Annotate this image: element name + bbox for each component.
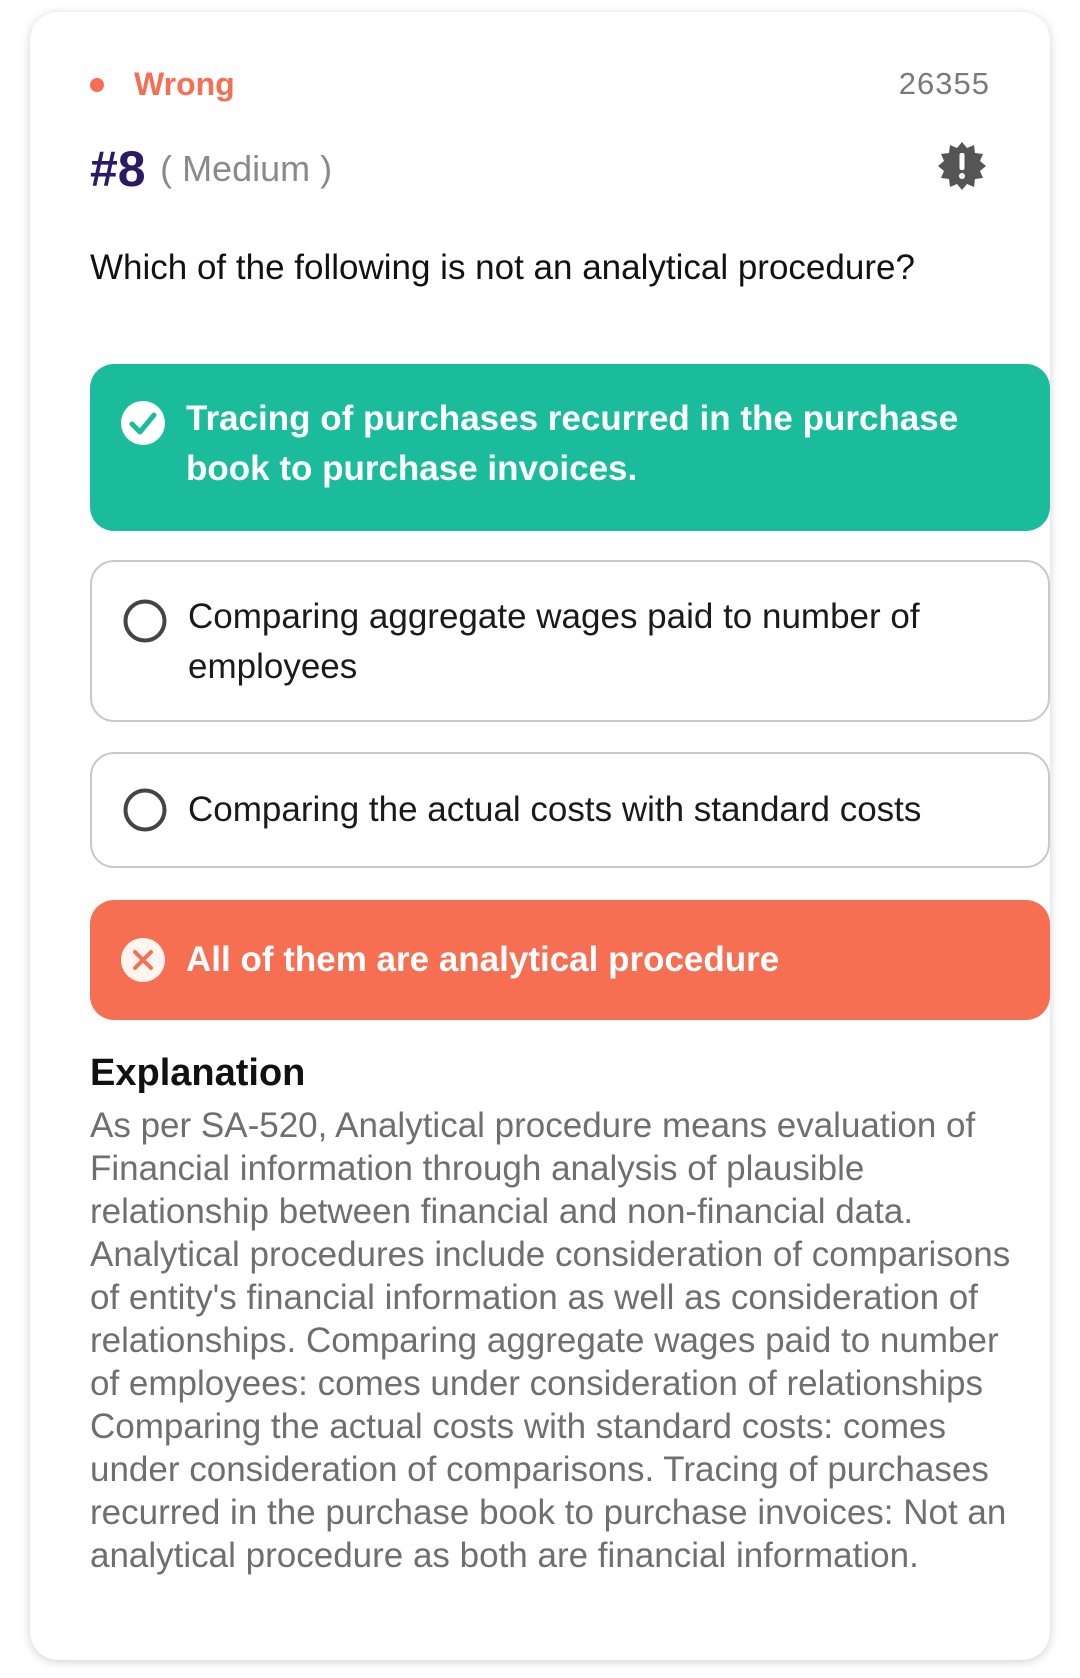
question-difficulty: ( Medium ) xyxy=(160,148,333,189)
question-id: 26355 xyxy=(898,66,990,101)
radio-empty-icon xyxy=(122,598,168,644)
option-3-text: Comparing the actual costs with standard… xyxy=(188,790,922,829)
option-2[interactable]: Comparing aggregate wages paid to number… xyxy=(90,560,1050,722)
option-1-text: Tracing of purchases recurred in the pur… xyxy=(186,399,959,488)
option-3[interactable]: Comparing the actual costs with standard… xyxy=(90,752,1050,868)
option-4-wrong[interactable]: All of them are analytical procedure xyxy=(90,900,1050,1020)
option-4-text: All of them are analytical procedure xyxy=(186,940,780,979)
question-number: #8 xyxy=(90,141,146,197)
question-text: Which of the following is not an analyti… xyxy=(90,248,915,287)
question-title-row: #8 ( Medium ) xyxy=(90,140,332,200)
status-label: Wrong xyxy=(134,66,235,102)
explanation-body: As per SA-520, Analytical procedure mean… xyxy=(90,1106,1011,1575)
status-dot-icon xyxy=(90,78,104,92)
option-2-text: Comparing aggregate wages paid to number… xyxy=(188,597,920,686)
check-circle-icon xyxy=(120,400,166,446)
x-circle-icon xyxy=(120,937,166,983)
explanation-title: Explanation xyxy=(90,1052,306,1094)
question-card: Wrong 26355 #8 ( Medium ) Which of the f… xyxy=(30,12,1050,1660)
option-1-correct[interactable]: Tracing of purchases recurred in the pur… xyxy=(90,364,1050,531)
radio-empty-icon xyxy=(122,787,168,833)
report-badge-icon[interactable] xyxy=(936,140,988,192)
status-row: Wrong 26355 xyxy=(60,62,1020,106)
